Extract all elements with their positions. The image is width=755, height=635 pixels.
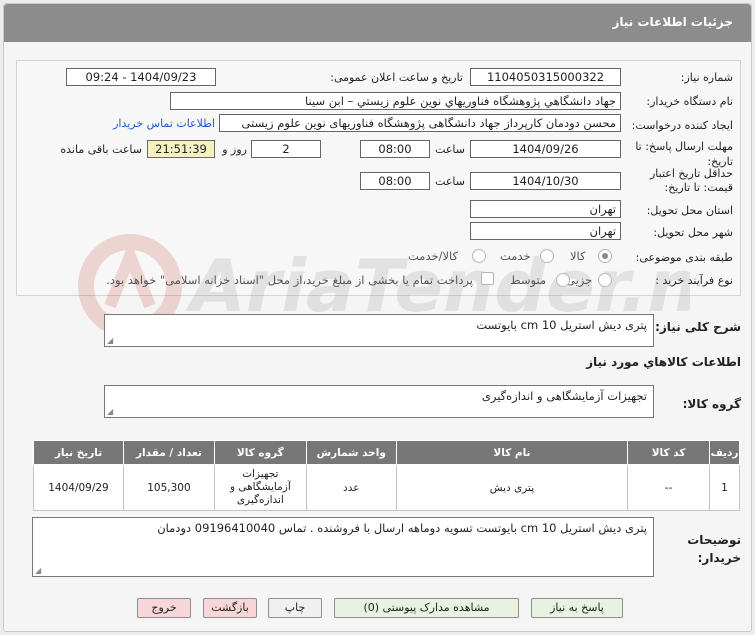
col-group: گروه کالا <box>213 440 307 465</box>
print-button[interactable]: چاپ <box>268 598 322 618</box>
table-header-row: ردیف کد کالا نام کالا واحد شمارش گروه کا… <box>33 440 740 465</box>
col-item-name: نام کالا <box>395 440 629 465</box>
price-validity-label: حداقل تاریخ اعتبار قیمت: تا تاریخ: <box>649 167 733 194</box>
need-number-value: 1104050315000322 <box>470 68 621 86</box>
col-item-code: کد کالا <box>627 440 711 465</box>
purchase-type-label: نوع فرآیند خرید : <box>655 274 733 287</box>
category-radio-goods-service[interactable] <box>472 249 486 263</box>
category-radio-goods[interactable] <box>598 249 612 263</box>
back-button[interactable]: بازگشت <box>203 598 257 618</box>
province-label: استان محل تحویل: <box>646 204 733 217</box>
goods-group-label: گروه کالا: <box>682 397 741 411</box>
cell-item-code: -- <box>627 464 711 511</box>
announce-datetime-value: 1404/09/23 - 09:24 <box>66 68 216 86</box>
category-option-service: خدمت <box>500 249 531 263</box>
summary-text: پتری دیش استریل 10 cm بایوتست <box>476 318 647 332</box>
col-quantity: تعداد / مقدار <box>122 440 215 465</box>
buyer-notes-text: پتری دیش استریل 10 cm بایوتست تسویه دوما… <box>157 521 647 535</box>
cell-unit: عدد <box>305 464 397 511</box>
buyer-notes-label: توضیحات خریدار: <box>687 533 741 565</box>
day-and-label: روز و <box>222 143 247 156</box>
purchase-radio-medium[interactable] <box>556 273 570 287</box>
col-row-number: ردیف <box>709 440 740 465</box>
category-label: طبقه بندی موضوعی: <box>635 251 733 264</box>
summary-label: شرح کلی نیاز: <box>655 320 741 334</box>
reply-button[interactable]: پاسخ به نیاز <box>531 598 623 618</box>
goods-group-textarea[interactable]: تجهیزات آزمایشگاهی و اندازه‌گیری ◢ <box>104 385 654 418</box>
requester-value: محسن دودمان کارپرداز جهاد دانشگاهی پژوهش… <box>219 114 621 132</box>
category-option-goods: کالا <box>570 249 586 263</box>
category-radio-service[interactable] <box>540 249 554 263</box>
resize-grip-icon[interactable]: ◢ <box>35 566 41 575</box>
response-deadline-label: مهلت ارسال پاسخ: تا تاریخ: <box>635 140 733 168</box>
cell-need-date: 1404/09/29 <box>33 464 124 511</box>
validity-time-value: 08:00 <box>360 172 430 190</box>
province-value: تهران <box>470 200 621 218</box>
treasury-checkbox[interactable] <box>481 272 494 285</box>
cell-group: تجهیزات آزمایشگاهی و اندازه‌گیری <box>213 464 307 511</box>
announce-datetime-label: تاریخ و ساعت اعلان عمومی: <box>330 71 463 84</box>
purchase-radio-minor[interactable] <box>598 273 612 287</box>
col-need-date: تاریخ نیاز <box>33 440 124 465</box>
requester-label: ایجاد کننده درخواست: <box>631 119 733 132</box>
city-label: شهر محل تحویل: <box>653 226 733 239</box>
goods-group-text: تجهیزات آزمایشگاهی و اندازه‌گیری <box>481 389 647 403</box>
title-bar: جزئیات اطلاعات نیاز <box>4 4 751 42</box>
days-value: 2 <box>251 140 321 158</box>
category-option-goods-service: کالا/خدمت <box>408 249 459 263</box>
remaining-label: ساعت باقی مانده <box>60 143 142 156</box>
validity-time-label: ساعت <box>435 175 465 188</box>
buyer-contact-link[interactable]: اطلاعات تماس خریدار <box>113 117 215 130</box>
goods-info-title: اطلاعات کالاهاي مورد نياز <box>586 355 741 369</box>
city-value: تهران <box>470 222 621 240</box>
page-title: جزئیات اطلاعات نیاز <box>612 15 733 29</box>
buyer-org-value: جهاد دانشگاهي پژوهشگاه فناوريهاي نوين عل… <box>170 92 621 110</box>
validity-date-value: 1404/10/30 <box>470 172 621 190</box>
exit-button[interactable]: خروج <box>137 598 191 618</box>
goods-table: ردیف کد کالا نام کالا واحد شمارش گروه کا… <box>33 440 740 511</box>
remaining-time-value: 21:51:39 <box>147 140 215 158</box>
treasury-note: پرداخت تمام یا بخشی از مبلغ خرید،از محل … <box>106 273 473 287</box>
buyer-org-label: نام دستگاه خریدار: <box>646 95 733 108</box>
resize-grip-icon[interactable]: ◢ <box>107 336 113 345</box>
table-row: 1 -- پتری دیش عدد تجهیزات آزمایشگاهی و ا… <box>33 464 740 511</box>
deadline-time-label: ساعت <box>435 143 465 156</box>
purchase-option-medium: متوسط <box>510 273 547 287</box>
deadline-date-value: 1404/09/26 <box>470 140 621 158</box>
cell-row-number: 1 <box>709 464 740 511</box>
buyer-notes-textarea[interactable]: پتری دیش استریل 10 cm بایوتست تسویه دوما… <box>32 517 654 577</box>
cell-quantity: 105,300 <box>122 464 215 511</box>
cell-item-name: پتری دیش <box>395 464 629 511</box>
summary-textarea[interactable]: پتری دیش استریل 10 cm بایوتست ◢ <box>104 314 654 347</box>
need-number-label: شماره نیاز: <box>680 71 733 84</box>
deadline-time-value: 08:00 <box>360 140 430 158</box>
resize-grip-icon[interactable]: ◢ <box>107 407 113 416</box>
attachments-button[interactable]: مشاهده مدارک پیوستی (0) <box>334 598 519 618</box>
col-unit: واحد شمارش <box>305 440 397 465</box>
